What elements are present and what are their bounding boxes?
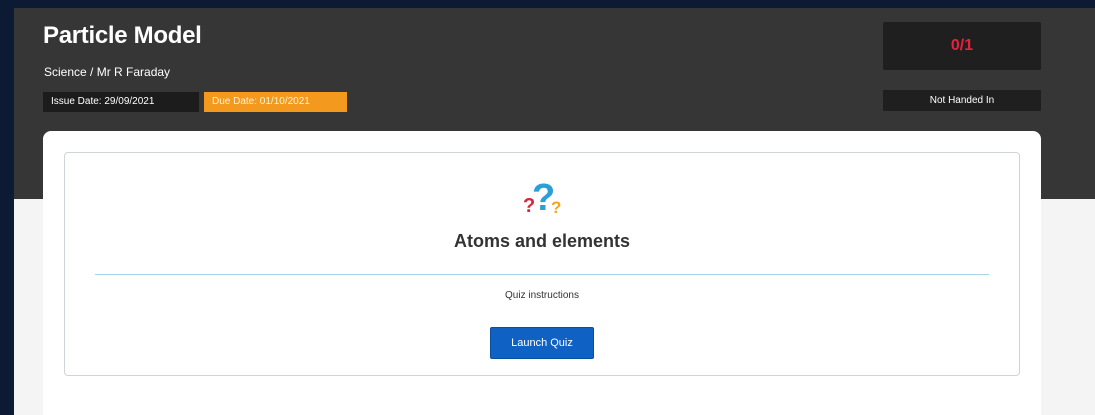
launch-quiz-button[interactable]: Launch Quiz [490,327,594,359]
homework-page: Particle Model Science / Mr R Faraday Is… [14,8,1095,415]
quiz-card: ? ? ? Atoms and elements Quiz instructio… [64,152,1020,376]
due-date-badge: Due Date: 01/10/2021 [204,92,347,112]
score-display: 0/1 [883,22,1041,70]
divider [95,274,989,275]
quiz-title: Atoms and elements [453,231,631,251]
assignment-card: ? ? ? Atoms and elements Quiz instructio… [43,131,1041,415]
page-title: Particle Model [43,22,202,49]
quiz-instructions: Quiz instructions [505,290,579,301]
svg-text:?: ? [551,198,561,217]
question-marks-icon: ? ? ? [523,177,561,219]
issue-date-badge: Issue Date: 29/09/2021 [43,92,199,112]
status-badge: Not Handed In [883,90,1041,111]
subject-teacher: Science / Mr R Faraday [44,65,171,79]
